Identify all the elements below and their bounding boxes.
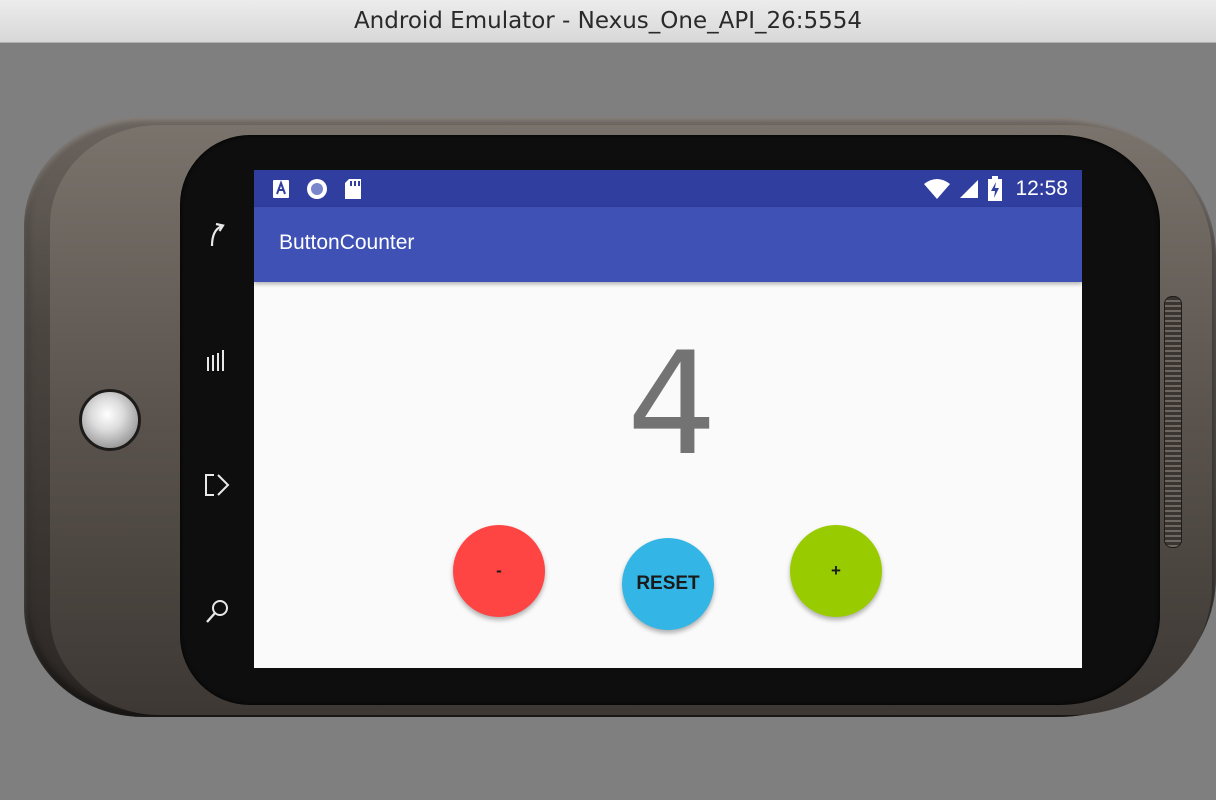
menu-key-icon — [207, 350, 224, 371]
app-toolbar: ButtonCounter — [254, 207, 1082, 282]
sd-card-icon — [345, 179, 361, 199]
app-title: ButtonCounter — [279, 231, 415, 254]
status-system-icons: 12:58 — [923, 176, 1068, 202]
back-key-icon — [210, 222, 225, 247]
counter-value: 4 — [626, 322, 718, 487]
decrement-button[interactable]: - — [453, 525, 545, 617]
sync-circle-icon — [307, 179, 327, 199]
home-key[interactable] — [196, 464, 238, 506]
reset-button[interactable]: RESET — [622, 538, 714, 630]
menu-key[interactable] — [196, 338, 238, 380]
back-key[interactable] — [196, 213, 238, 255]
search-key[interactable] — [196, 590, 238, 632]
trackball-button[interactable] — [79, 389, 141, 451]
accessibility-icon — [273, 180, 289, 198]
status-clock: 12:58 — [1015, 177, 1068, 200]
status-notification-icons — [272, 178, 362, 200]
window-title: Android Emulator - Nexus_One_API_26:5554 — [353, 8, 863, 34]
status-bar: 12:58 — [254, 170, 1082, 207]
home-key-icon — [205, 474, 230, 496]
device-screen: 12:58 ButtonCounter 4 - RESET + — [254, 170, 1082, 668]
battery-charging-icon — [988, 176, 1003, 201]
speaker-grille — [1164, 296, 1182, 548]
search-key-icon — [206, 600, 228, 623]
increment-button[interactable]: + — [790, 525, 882, 617]
cell-signal-icon — [960, 180, 979, 198]
wifi-icon — [924, 179, 951, 199]
window-title-bar: Android Emulator - Nexus_One_API_26:5554 — [0, 0, 1216, 43]
